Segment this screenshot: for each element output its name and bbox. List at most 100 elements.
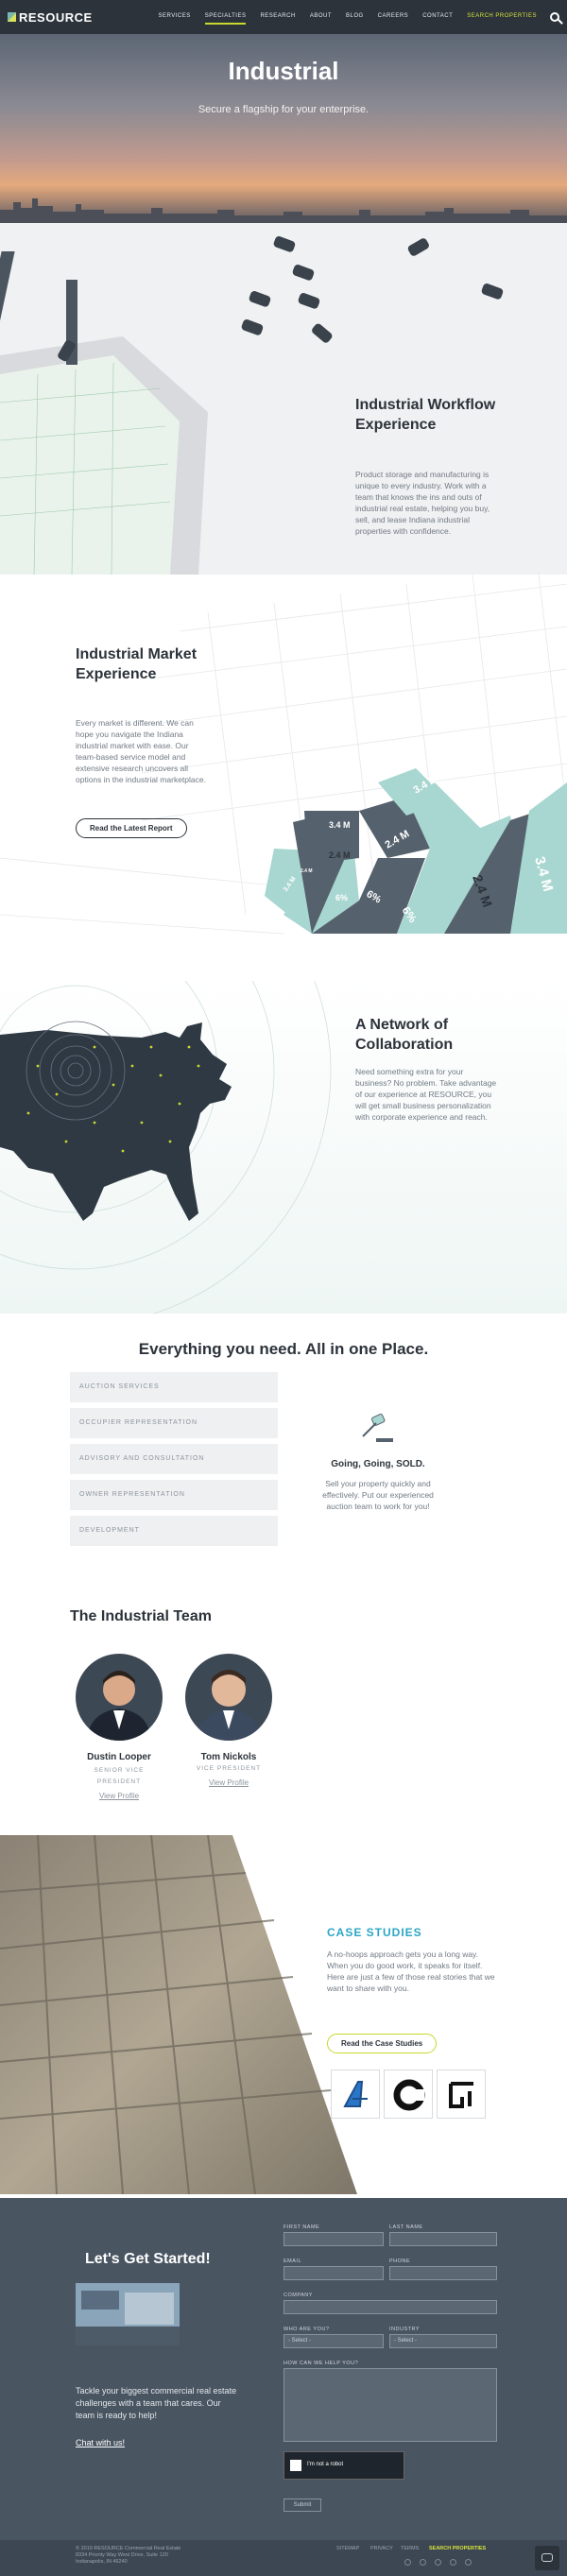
contact-photo bbox=[76, 2283, 180, 2345]
first-name-label: FIRST NAME bbox=[284, 2224, 320, 2230]
chart-label: 3.4 M bbox=[329, 820, 351, 830]
site-footer: © 2019 RESOURCE Commercial Real Estate 8… bbox=[0, 2540, 567, 2576]
facebook-icon[interactable] bbox=[404, 2559, 411, 2566]
brand-name: RESOURCE bbox=[19, 9, 93, 25]
company-label: COMPANY bbox=[284, 2293, 313, 2298]
last-name-label: LAST NAME bbox=[389, 2224, 423, 2230]
market-section: 3.4 M 3.4 M 2.4 M 2.4 M 3.4 M 6% 6% 6% 2… bbox=[0, 575, 567, 981]
service-tab-auction[interactable]: AUCTION SERVICES bbox=[70, 1372, 278, 1402]
captcha-checkbox-icon[interactable] bbox=[290, 2460, 301, 2471]
nav-research[interactable]: RESEARCH bbox=[260, 9, 295, 25]
team-member-role: SENIOR VICE PRESIDENT bbox=[94, 1767, 145, 1785]
network-section: A Network of Collaboration Need somethin… bbox=[0, 981, 567, 1314]
nav-contact[interactable]: CONTACT bbox=[422, 9, 453, 25]
service-feature-body: Sell your property quickly and effective… bbox=[322, 1479, 434, 1511]
view-profile-link[interactable]: View Profile bbox=[66, 1792, 172, 1800]
nav-services[interactable]: SERVICES bbox=[158, 9, 190, 25]
who-label: WHO ARE YOU? bbox=[284, 2327, 330, 2332]
contact-body: Tackle your biggest commercial real esta… bbox=[76, 2386, 237, 2420]
twitter-icon[interactable] bbox=[435, 2559, 441, 2566]
footer-link-privacy[interactable]: PRIVACY bbox=[370, 2546, 393, 2551]
avatar[interactable] bbox=[76, 1654, 163, 1741]
instagram-icon[interactable] bbox=[420, 2559, 426, 2566]
client-logo-a[interactable] bbox=[331, 2069, 380, 2119]
person-photo bbox=[197, 1670, 261, 1741]
service-tab-advisory[interactable]: ADVISORY AND CONSULTATION bbox=[70, 1444, 278, 1474]
nav-blog[interactable]: BLOG bbox=[346, 9, 364, 25]
gavel-icon bbox=[362, 1414, 393, 1442]
hero-subtitle: Secure a flagship for your enterprise. bbox=[198, 104, 369, 115]
footer-address-1: 8334 Priority Way West Drive, Suite 120 bbox=[76, 2552, 168, 2558]
service-feature-title: Going, Going, SOLD. bbox=[331, 1459, 425, 1469]
services-heading: Everything you need. All in one Place. bbox=[138, 1340, 429, 1358]
email-label: EMAIL bbox=[284, 2258, 302, 2264]
social-icons bbox=[404, 2559, 472, 2566]
phone-field[interactable] bbox=[389, 2266, 497, 2280]
service-tab-owner[interactable]: OWNER REPRESENTATION bbox=[70, 1480, 278, 1510]
workflow-title: Industrial Workflow Experience bbox=[355, 397, 496, 433]
contact-title: Let's Get Started! bbox=[85, 2251, 211, 2267]
footer-link-terms[interactable]: TERMS bbox=[401, 2546, 419, 2551]
read-case-studies-button[interactable]: Read the Case Studies bbox=[327, 2034, 438, 2053]
top-nav: RESOURCE SERVICES SPECIALTIES RESEARCH A… bbox=[0, 0, 567, 34]
industry-select[interactable]: - Select - bbox=[389, 2334, 497, 2348]
team-member-name: Dustin Looper bbox=[87, 1752, 151, 1762]
phone-label: PHONE bbox=[389, 2258, 411, 2264]
city-skyline bbox=[0, 198, 567, 223]
linkedin-icon[interactable] bbox=[450, 2559, 456, 2566]
market-title: Industrial Market Experience bbox=[76, 646, 198, 682]
footer-link-sitemap[interactable]: SITEMAP bbox=[336, 2546, 359, 2551]
vimeo-icon[interactable] bbox=[465, 2559, 472, 2566]
last-name-field[interactable] bbox=[389, 2232, 497, 2246]
team-member-role: VICE PRESIDENT bbox=[196, 1765, 262, 1772]
client-logo-g[interactable] bbox=[437, 2069, 486, 2119]
market-body: Every market is different. We can hope y… bbox=[76, 718, 206, 784]
footer-search-properties[interactable]: SEARCH PROPERTIES bbox=[429, 2546, 486, 2551]
footer-copyright: © 2019 RESOURCE Commercial Real Estate bbox=[76, 2546, 181, 2551]
nav-careers[interactable]: CAREERS bbox=[378, 9, 409, 25]
team-section: The Industrial Team Dustin Looper SENIOR… bbox=[0, 1569, 567, 1835]
chart-label: 2.4 M bbox=[329, 850, 351, 860]
submit-button[interactable]: Submit bbox=[284, 2499, 321, 2512]
nav-search-properties[interactable]: SEARCH PROPERTIES bbox=[467, 9, 537, 25]
who-select[interactable]: - Select - bbox=[284, 2334, 384, 2348]
main-menu: SERVICES SPECIALTIES RESEARCH ABOUT BLOG… bbox=[158, 9, 537, 25]
chat-widget-button[interactable] bbox=[535, 2546, 559, 2570]
captcha-box[interactable]: I'm not a robot bbox=[284, 2451, 404, 2480]
network-title: A Network of Collaboration bbox=[355, 1017, 454, 1053]
case-studies-section: CASE STUDIES A no-hoops approach gets yo… bbox=[0, 1835, 567, 2194]
g-logo-icon bbox=[449, 2082, 473, 2108]
contact-section: Let's Get Started! Tackle your biggest c… bbox=[0, 2198, 567, 2540]
read-report-button[interactable]: Read the Latest Report bbox=[76, 818, 187, 838]
case-studies-body: A no-hoops approach gets you a long way.… bbox=[327, 1949, 495, 1993]
service-tab-development[interactable]: DEVELOPMENT bbox=[70, 1516, 278, 1546]
service-tab-occupier[interactable]: OCCUPIER REPRESENTATION bbox=[70, 1408, 278, 1438]
cummins-logo-icon bbox=[393, 2079, 425, 2111]
chart-label: 2.4 M bbox=[301, 868, 313, 874]
avatar[interactable] bbox=[185, 1654, 272, 1741]
industry-label: INDUSTRY bbox=[389, 2327, 421, 2332]
email-field[interactable] bbox=[284, 2266, 384, 2280]
factory-photo bbox=[0, 1835, 357, 2194]
workflow-body: Product storage and manufacturing is uni… bbox=[355, 470, 490, 536]
help-label: HOW CAN WE HELP YOU? bbox=[284, 2361, 359, 2366]
network-body: Need something extra for your business? … bbox=[355, 1067, 497, 1122]
case-studies-title: CASE STUDIES bbox=[327, 1926, 422, 1939]
logo-mark-icon bbox=[8, 12, 16, 22]
team-member-name: Tom Nickols bbox=[200, 1752, 257, 1762]
client-logo-cummins[interactable] bbox=[384, 2069, 433, 2119]
captcha-label: I'm not a robot bbox=[307, 2462, 344, 2467]
footer-address-2: Indianapolis, IN 46240 bbox=[76, 2559, 128, 2565]
view-profile-link[interactable]: View Profile bbox=[176, 1778, 282, 1787]
a-logo-icon bbox=[343, 2081, 368, 2107]
first-name-field[interactable] bbox=[284, 2232, 384, 2246]
nav-about[interactable]: ABOUT bbox=[310, 9, 332, 25]
workflow-section: Industrial Workflow Experience Product s… bbox=[0, 223, 567, 575]
nav-specialties[interactable]: SPECIALTIES bbox=[204, 9, 247, 25]
search-icon[interactable] bbox=[550, 12, 559, 22]
chat-link[interactable]: Chat with us! bbox=[76, 2438, 125, 2447]
brand-logo[interactable]: RESOURCE bbox=[8, 10, 93, 25]
team-heading: The Industrial Team bbox=[70, 1608, 212, 1624]
help-textarea[interactable] bbox=[284, 2368, 497, 2442]
company-field[interactable] bbox=[284, 2300, 497, 2314]
